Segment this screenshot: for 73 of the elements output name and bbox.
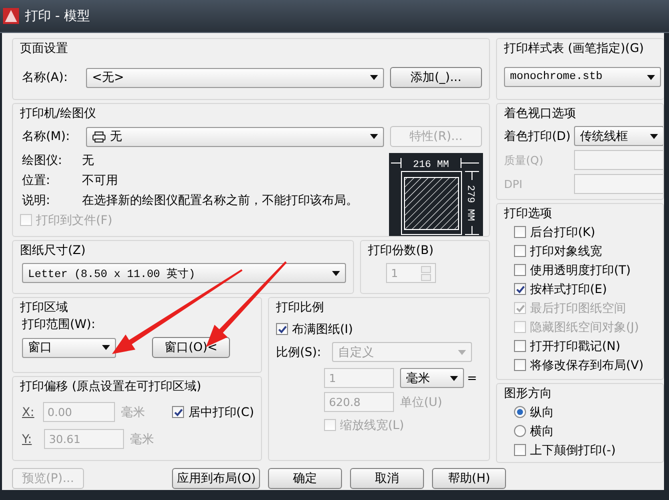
group-title: 打印比例	[276, 299, 325, 316]
plot-range-dropdown[interactable]: 窗口	[22, 338, 116, 358]
printer-dropdown[interactable]: 无	[86, 126, 384, 146]
field-label: 绘图仪:	[21, 152, 64, 169]
add-button[interactable]: 添加(_)...	[390, 67, 482, 88]
checkmark-icon	[278, 324, 286, 334]
caret-icon	[332, 270, 340, 276]
group-title: 打印偏移 (原点设置在可打印区域)	[20, 378, 202, 395]
checkbox[interactable]: 后台打印(K)	[514, 223, 596, 241]
unit-label: 毫米	[120, 404, 146, 420]
dimension-line	[464, 171, 480, 235]
radio-button[interactable]: 横向	[514, 422, 554, 440]
checkbox[interactable]: 将修改保存到布局(V)	[514, 356, 644, 374]
group-title: 打印选项	[504, 205, 553, 222]
field-value: 无	[82, 152, 95, 169]
checkbox[interactable]: 打开打印戳记(N)	[514, 337, 620, 355]
dimension-label: 216 MM	[413, 160, 449, 171]
triangle-icon	[3, 8, 19, 24]
checkmark-icon	[516, 304, 524, 312]
paper-sheet	[401, 171, 462, 235]
window-title: 打印 - 模型	[25, 8, 90, 25]
field-label: Y:	[22, 432, 33, 446]
field-value: 在选择新的绘图仪配置名称之前，不能打印该布局。	[82, 192, 359, 209]
caret-icon	[370, 134, 378, 139]
checkbox[interactable]: 打印对象线宽	[514, 242, 602, 260]
dimension-label: 279 MM	[464, 185, 475, 221]
caret-icon	[450, 376, 458, 380]
field-label: 名称(M):	[22, 128, 71, 145]
window-button[interactable]: 窗口(O)<	[152, 337, 230, 358]
page-setup-dropdown[interactable]: <无>	[86, 68, 384, 88]
unit-dropdown[interactable]: 毫米	[400, 368, 464, 388]
checkmark-icon	[174, 408, 183, 416]
checkbox[interactable]: 上下颠倒打印(-)	[514, 441, 616, 459]
group-title: 图纸尺寸(Z)	[20, 242, 87, 259]
checkbox[interactable]: 使用透明度打印(T)	[514, 261, 631, 279]
plot-style-dropdown[interactable]: monochrome.stb	[504, 67, 661, 87]
printer-icon	[92, 130, 106, 142]
shade-dropdown[interactable]: 传统线框	[574, 126, 663, 146]
field-label: 位置:	[21, 172, 52, 189]
group-title: 打印机/绘图仪	[20, 105, 98, 122]
group-title: 打印份数(B)	[368, 242, 435, 259]
field-label: 说明:	[21, 192, 52, 209]
field-label: DPI	[504, 178, 524, 190]
field-label: 名称(A):	[22, 69, 69, 86]
checkbox[interactable]: 居中打印(C)	[172, 403, 254, 421]
dialog-button[interactable]: 应用到布局(O)	[172, 468, 260, 488]
unit-label: 毫米	[130, 430, 155, 448]
paper-size-dropdown[interactable]: Letter (8.50 x 11.00 英寸)	[22, 263, 346, 283]
field-label: 比例(S):	[276, 344, 322, 360]
group-title: 图形方向	[504, 385, 553, 402]
group-title: 页面设置	[20, 40, 69, 57]
radio-button[interactable]: 纵向	[514, 403, 554, 421]
field-label: X:	[22, 405, 36, 419]
field-value: 不可用	[82, 172, 119, 189]
caret-icon	[370, 75, 378, 80]
caret-icon	[458, 350, 466, 354]
dialog-button[interactable]: 取消	[350, 468, 424, 488]
dialog-button[interactable]: 确定	[268, 468, 342, 488]
checkbox[interactable]: 布满图纸(I)	[276, 320, 353, 338]
group-title: 打印样式表 (画笔指定)(G)	[504, 40, 645, 57]
field-label: 着色打印(D)	[504, 128, 572, 144]
unit-label: 单位(U)	[400, 394, 442, 410]
spin-icon	[421, 266, 431, 280]
caret-icon	[647, 74, 655, 80]
group-title: 着色视口选项	[504, 105, 577, 122]
caret-icon	[650, 134, 658, 138]
checkbox[interactable]: 按样式打印(E)	[514, 280, 607, 298]
dialog-button[interactable]: 帮助(H)	[432, 468, 506, 488]
field-label: 质量(Q)	[504, 152, 544, 168]
equals-sign: =	[467, 371, 478, 385]
group-title: 打印区域	[20, 299, 69, 316]
field-label: 打印范围(W):	[21, 316, 96, 333]
checkmark-icon	[516, 284, 524, 294]
